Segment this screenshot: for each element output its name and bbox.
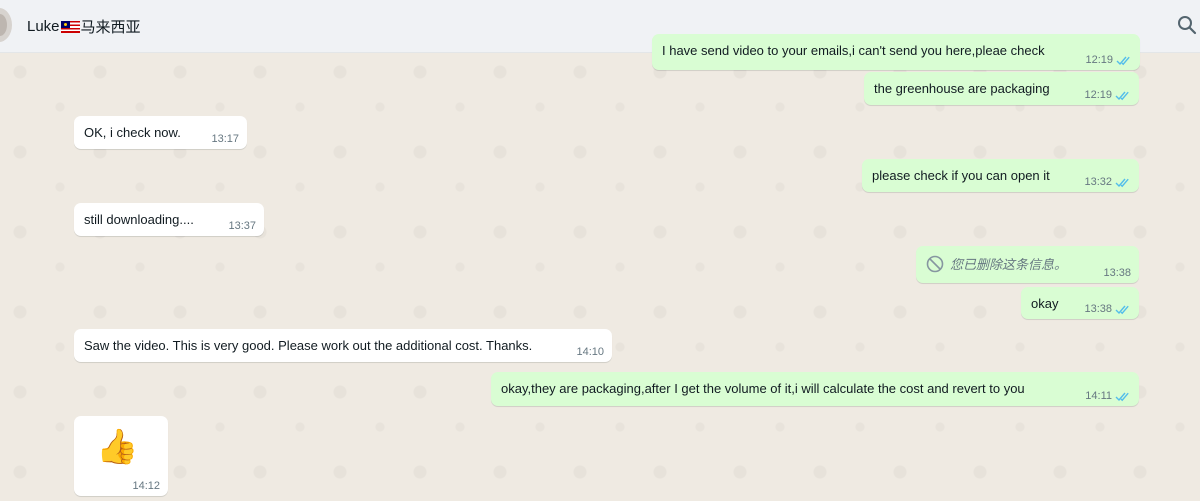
blocked-icon bbox=[926, 255, 944, 272]
message-text: okay,they are packaging,after I get the … bbox=[501, 381, 1025, 396]
message-meta: 13:17 bbox=[211, 133, 239, 145]
double-check-icon bbox=[1115, 392, 1129, 401]
message-time: 12:19 bbox=[1085, 54, 1113, 66]
message-text: Saw the video. This is very good. Please… bbox=[84, 338, 533, 353]
message-bubble[interactable]: please check if you can open it 13:32 bbox=[862, 159, 1139, 192]
message-time: 14:10 bbox=[576, 346, 604, 358]
double-check-icon bbox=[1116, 56, 1130, 65]
message-text: 您已删除这条信息。 bbox=[950, 257, 1068, 272]
message-meta: 14:11 bbox=[1085, 390, 1131, 402]
contact-name[interactable]: Luke 马来西亚 bbox=[27, 16, 141, 37]
message-bubble[interactable]: OK, i check now. 13:17 bbox=[74, 116, 247, 149]
message-meta: 14:10 bbox=[576, 346, 604, 358]
message-meta: 13:32 bbox=[1084, 176, 1131, 188]
thumbs-up-emoji: 👍 bbox=[96, 428, 139, 466]
message-bubble[interactable]: okay 13:38 bbox=[1021, 287, 1139, 319]
double-check-icon bbox=[1115, 178, 1129, 187]
double-check-icon bbox=[1115, 91, 1129, 100]
message-time: 12:19 bbox=[1084, 89, 1112, 101]
message-meta: 13:37 bbox=[228, 220, 256, 232]
message-bubble[interactable]: I have send video to your emails,i can't… bbox=[652, 34, 1140, 70]
message-meta: 13:38 bbox=[1103, 267, 1131, 279]
message-bubble[interactable]: still downloading.... 13:37 bbox=[74, 203, 264, 236]
message-time: 13:38 bbox=[1084, 303, 1112, 315]
message-bubble[interactable]: okay,they are packaging,after I get the … bbox=[491, 372, 1139, 406]
message-meta: 12:19 bbox=[1085, 54, 1132, 66]
double-check-icon bbox=[1115, 305, 1129, 314]
message-time: 14:12 bbox=[132, 480, 160, 492]
message-time: 13:38 bbox=[1103, 267, 1131, 279]
message-time: 13:17 bbox=[211, 133, 239, 145]
deleted-message: 您已删除这条信息。 bbox=[926, 254, 1129, 273]
message-time: 14:11 bbox=[1085, 390, 1112, 402]
message-meta: 12:19 bbox=[1084, 89, 1131, 101]
search-icon bbox=[1178, 16, 1197, 35]
message-meta: 14:12 bbox=[132, 480, 160, 492]
message-meta: 13:38 bbox=[1084, 303, 1131, 315]
message-time: 13:37 bbox=[228, 220, 256, 232]
emoji-message-bubble[interactable]: 👍 14:12 bbox=[74, 416, 168, 496]
contact-name-suffix: 马来西亚 bbox=[80, 19, 141, 36]
message-bubble[interactable]: the greenhouse are packaging 12:19 bbox=[864, 72, 1139, 105]
deleted-message-bubble[interactable]: 您已删除这条信息。 13:38 bbox=[916, 246, 1139, 283]
contact-name-text: Luke bbox=[27, 18, 60, 35]
search-button[interactable] bbox=[1176, 14, 1198, 36]
message-time: 13:32 bbox=[1084, 176, 1112, 188]
avatar[interactable] bbox=[0, 8, 12, 42]
malaysia-flag-icon bbox=[60, 20, 80, 33]
message-text: I have send video to your emails,i can't… bbox=[662, 43, 1045, 58]
message-bubble[interactable]: Saw the video. This is very good. Please… bbox=[74, 329, 612, 362]
